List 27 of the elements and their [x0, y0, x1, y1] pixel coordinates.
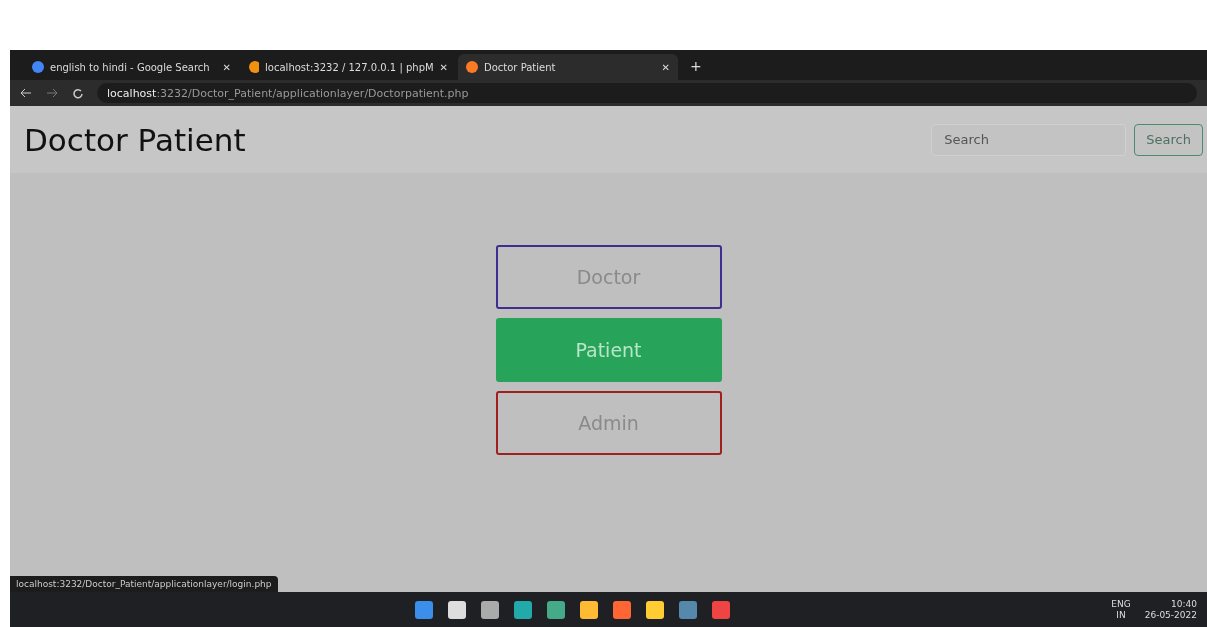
status-url: localhost:3232/Doctor_Patient/applicationlayer/login.php: [10, 576, 278, 592]
clock[interactable]: 10:40 26-05-2022: [1144, 598, 1197, 621]
close-tab-button[interactable]: ✕: [222, 61, 231, 73]
taskbar-app-icon[interactable]: [646, 600, 664, 619]
site-icon: [32, 61, 44, 73]
taskbar-app-icon[interactable]: [514, 600, 532, 619]
address-bar[interactable]: localhost:3232/Doctor_Patient/applicationlayer/Doctorpatient.php: [97, 83, 1197, 103]
back-icon[interactable]: [20, 88, 32, 98]
forward-icon[interactable]: [46, 88, 58, 98]
site-icon: [249, 61, 260, 73]
browser-tab[interactable]: english to hindi - Google Search ✕: [24, 54, 239, 80]
close-tab-button[interactable]: ✕: [439, 61, 448, 73]
taskbar-app-icon[interactable]: [481, 600, 499, 619]
new-tab-button[interactable]: +: [680, 58, 712, 80]
browser-tab[interactable]: Doctor Patient ✕: [458, 54, 678, 80]
language-indicator[interactable]: ENG IN: [1111, 598, 1131, 621]
taskbar-app-icon[interactable]: [580, 600, 598, 619]
site-icon: [466, 61, 478, 73]
taskbar-app-icon[interactable]: [415, 600, 433, 619]
reload-icon[interactable]: [72, 87, 83, 99]
taskbar-app-icon[interactable]: [613, 600, 631, 619]
browser-tab[interactable]: localhost:3232 / 127.0.0.1 | phpM ✕: [241, 54, 456, 80]
taskbar-app-icon[interactable]: [547, 600, 565, 619]
search-field[interactable]: Search: [931, 123, 1127, 156]
page-title: Doctor Patient: [24, 121, 247, 158]
taskbar-app-icon[interactable]: [448, 600, 466, 619]
close-tab-button[interactable]: ✕: [661, 61, 670, 73]
